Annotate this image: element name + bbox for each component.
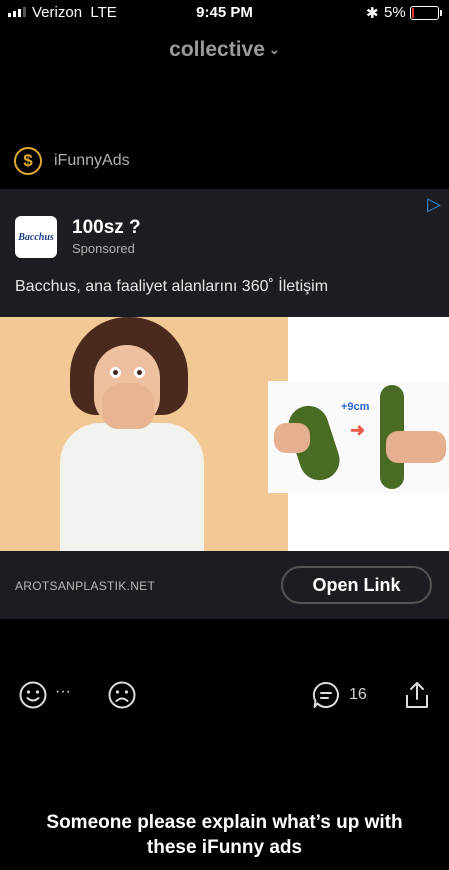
share-icon xyxy=(406,682,428,708)
ad-domain: AROTSANPLASTIK.NET xyxy=(15,579,156,593)
open-link-button[interactable]: Open Link xyxy=(281,566,432,604)
meme-caption: Someone please explain what’s up with th… xyxy=(0,810,449,860)
ad-source-row: $ iFunnyAds xyxy=(14,147,130,175)
frown-icon xyxy=(108,681,136,709)
status-bar: Verizon LTE 9:45 PM ✱ 5% xyxy=(0,0,449,26)
more-icon[interactable]: ··· xyxy=(55,683,71,701)
smile-button[interactable] xyxy=(18,680,48,710)
ad-source-name: iFunnyAds xyxy=(54,152,130,169)
comments-button[interactable]: 16 xyxy=(311,680,367,710)
share-button[interactable] xyxy=(403,680,431,710)
logo-text: Bacchus xyxy=(18,231,54,243)
ad-card[interactable]: ▷ Bacchus 100sz ? Sponsored Bacchus, ana… xyxy=(0,189,449,619)
bluetooth-icon: ✱ xyxy=(366,5,379,22)
smile-icon xyxy=(19,681,47,709)
adchoices-icon[interactable]: ▷ xyxy=(427,194,441,215)
post-actions: ··· 16 xyxy=(0,680,449,710)
sponsored-label: Sponsored xyxy=(72,241,135,256)
dollar-coin-icon: $ xyxy=(14,147,42,175)
feed-title: collective xyxy=(169,38,265,61)
arrow-right-icon: ➜ xyxy=(350,420,366,440)
ad-body-text: Bacchus, ana faaliyet alanlarını 360˚ İl… xyxy=(15,278,329,295)
battery-icon xyxy=(410,6,442,20)
caption-line-1: Someone please explain what’s up with xyxy=(46,812,403,833)
photo-surprised-woman xyxy=(0,317,288,551)
feed-selector[interactable]: collective ⌄ xyxy=(0,38,449,62)
caption-line-2: these iFunny ads xyxy=(146,837,303,858)
battery-percent: 5% xyxy=(384,4,406,21)
unsmile-button[interactable] xyxy=(107,680,137,710)
comment-count: 16 xyxy=(349,686,367,703)
clock: 9:45 PM xyxy=(196,4,253,21)
chevron-down-icon: ⌄ xyxy=(268,42,280,58)
advertiser-logo[interactable]: Bacchus xyxy=(15,216,57,258)
comment-bubble-icon xyxy=(312,681,339,708)
image-overlay-text: +9cm xyxy=(341,401,370,413)
advertiser-name[interactable]: 100sz ? xyxy=(72,217,141,239)
ad-image[interactable]: +9cm ➜ xyxy=(0,317,449,551)
